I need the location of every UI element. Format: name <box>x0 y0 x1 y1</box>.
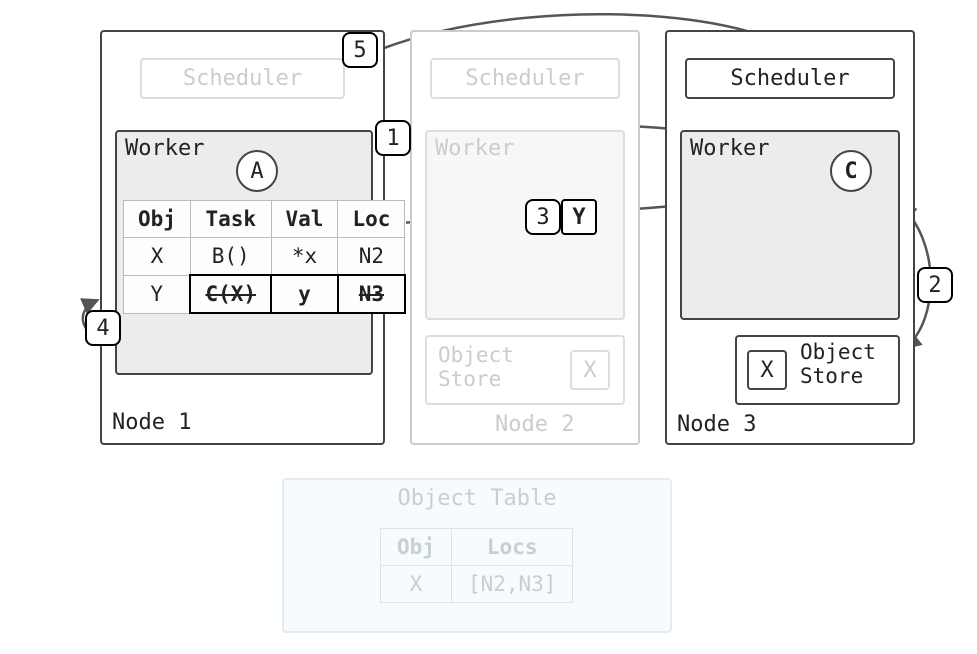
ownership-header-val: Val <box>271 201 338 238</box>
node-2-object-store-label: Object Store <box>438 343 514 391</box>
node-3-scheduler: Scheduler <box>685 58 895 99</box>
node-3-label: Node 3 <box>677 412 756 646</box>
node-2-object-store-item-x: X <box>570 350 610 390</box>
node-2-scheduler: Scheduler <box>430 58 620 99</box>
obj-table-row-x: X [N2,N3] <box>381 566 573 603</box>
step-5: 5 <box>342 32 378 68</box>
node-2-worker-label: Worker <box>435 136 514 161</box>
step-4: 4 <box>85 310 121 346</box>
step-1: 1 <box>375 120 411 156</box>
node-1-worker-label: Worker <box>125 136 204 161</box>
ownership-header-task: Task <box>190 201 271 238</box>
node-1-label: Node 1 <box>112 410 191 646</box>
obj-table-header-locs: Locs <box>451 529 573 566</box>
step-3: 3 <box>525 199 561 235</box>
global-object-table-grid: Obj Locs X [N2,N3] <box>380 528 573 603</box>
node-1-actor-a: A <box>236 150 278 192</box>
node-1-scheduler: Scheduler <box>140 58 345 99</box>
node-3-object-store-label: Object Store <box>800 340 876 388</box>
node-3-object-store-item-x: X <box>747 350 787 390</box>
node-3-actor-c: C <box>830 150 872 192</box>
global-object-table-title: Object Table <box>282 486 672 511</box>
node-3-worker-label: Worker <box>690 136 769 161</box>
ownership-table: Obj Task Val Loc X B() *x N2 Y C(X) y N3 <box>123 200 406 314</box>
step-3-payload-y: Y <box>561 199 597 235</box>
ownership-header-loc: Loc <box>338 201 405 238</box>
ownership-header-obj: Obj <box>124 201 191 238</box>
step-2: 2 <box>917 267 953 303</box>
ownership-row-y: Y C(X) y N3 <box>124 275 405 313</box>
ownership-row-x: X B() *x N2 <box>124 238 405 276</box>
obj-table-header-obj: Obj <box>381 529 452 566</box>
